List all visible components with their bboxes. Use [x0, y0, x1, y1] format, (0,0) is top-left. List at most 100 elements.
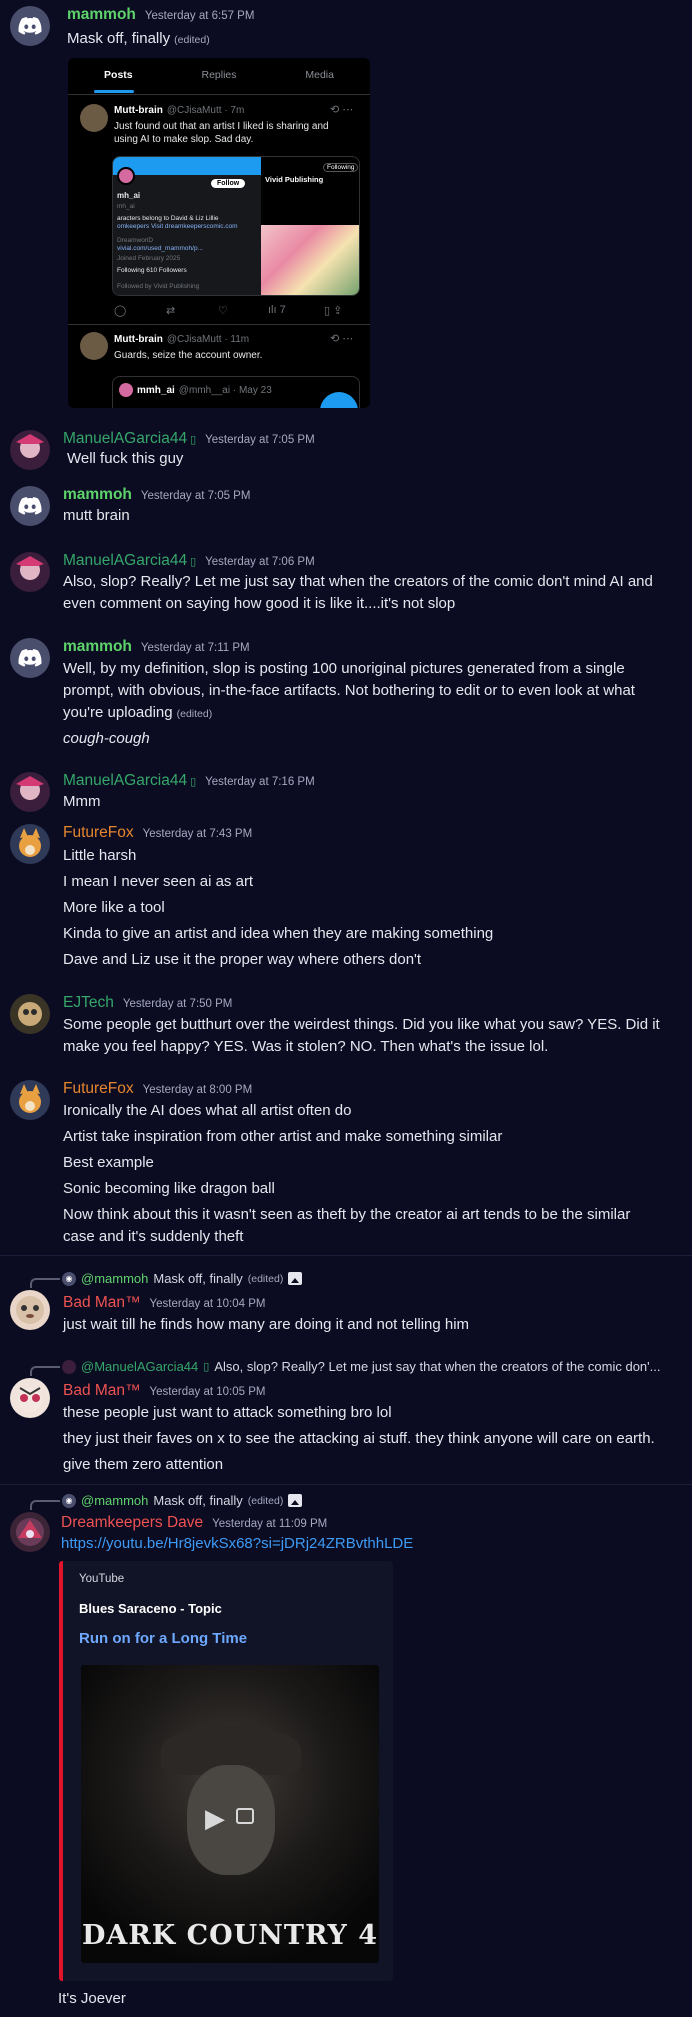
reply-preview[interactable]: @ManuelAGarcia44 ▯ Also, slop? Really? L… — [62, 1359, 660, 1374]
discord-icon — [18, 649, 42, 667]
message-text: mutt brain — [63, 507, 130, 524]
edited-label: (edited) — [247, 1494, 284, 1507]
reply-text: Mask off, finally — [153, 1271, 243, 1286]
like-icon: ♡ — [218, 305, 228, 317]
author-name[interactable]: Dreamkeepers Dave — [61, 1514, 203, 1531]
discord-icon — [18, 17, 42, 35]
author-name[interactable]: mammoh — [63, 638, 132, 655]
message-text: just wait till he finds how many are doi… — [63, 1316, 470, 1333]
avatar[interactable] — [10, 486, 50, 526]
avatar[interactable] — [10, 772, 50, 812]
author-name[interactable]: mammoh — [67, 6, 136, 23]
message-text: Artist take inspiration from other artis… — [63, 1128, 503, 1145]
bookmark-icon: ▯ ⇪ — [324, 305, 343, 317]
message-text: Mask off, finally (edited) — [67, 30, 210, 47]
message-group: ◉ @mammoh Mask off, finally (edited) Bad… — [0, 1270, 692, 1335]
timestamp: Yesterday at 7:11 PM — [140, 642, 250, 654]
message-text: even comment on saying how good it is li… — [63, 595, 456, 612]
avatar[interactable] — [10, 552, 50, 592]
message-text: cough-cough — [63, 730, 150, 747]
tab-posts: Posts — [104, 69, 133, 81]
timestamp: Yesterday at 8:00 PM — [142, 1084, 253, 1096]
divider — [0, 1484, 692, 1485]
play-icon[interactable]: ▶ — [205, 1803, 225, 1834]
avatar[interactable] — [10, 994, 50, 1034]
timestamp: Yesterday at 7:05 PM — [140, 490, 251, 502]
message-group: @ManuelAGarcia44 ▯ Also, slop? Really? L… — [0, 1358, 692, 1478]
message-group: ManuelAGarcia44 ▯ Yesterday at 7:16 PM Mmm — [0, 772, 692, 817]
message-group: mammoh Yesterday at 7:05 PM mutt brain — [0, 486, 692, 531]
retweet-icon: ⇄ — [166, 305, 176, 317]
reply-spine — [30, 1366, 60, 1376]
reply-mention[interactable]: @mammoh — [81, 1493, 148, 1508]
author-name[interactable]: mammoh — [63, 486, 132, 503]
repost-icon: ⟲ ⋯ — [330, 104, 354, 116]
message-text: Well fuck this guy — [67, 450, 184, 467]
tweet-screenshot-image[interactable]: Posts Replies Media Mutt-brain @CJisaMutt… — [68, 58, 370, 408]
avatar[interactable] — [10, 1512, 50, 1552]
timestamp: Yesterday at 7:43 PM — [142, 828, 253, 840]
tweet-author: Mutt-brain @CJisaMutt · 7m — [114, 105, 245, 116]
message-text: Some people get butthurt over the weirde… — [63, 1016, 660, 1033]
timestamp: Yesterday at 7:50 PM — [122, 998, 233, 1010]
discord-icon: ◉ — [62, 1493, 76, 1508]
embed-author[interactable]: Blues Saraceno - Topic — [79, 1601, 222, 1616]
image-icon — [288, 1272, 303, 1285]
timestamp: Yesterday at 10:04 PM — [149, 1298, 266, 1310]
avatar[interactable] — [10, 824, 50, 864]
message-text: Kinda to give an artist and idea when th… — [63, 925, 494, 942]
message-text: More like a tool — [63, 899, 165, 916]
author-name[interactable]: FutureFox — [63, 824, 134, 841]
message-text: It's Joever — [58, 1990, 126, 2007]
author-name[interactable]: Bad Man™ — [63, 1382, 141, 1399]
tweet-text: using AI to make slop. Sad day. — [114, 134, 254, 145]
youtube-link[interactable]: https://youtu.be/Hr8jevkSx68?si=jDRj24ZR… — [61, 1535, 413, 1552]
avatar-image — [16, 1518, 44, 1546]
message-text: Sonic becoming like dragon ball — [63, 1180, 275, 1197]
avatar[interactable] — [10, 6, 50, 46]
avatar[interactable] — [10, 1080, 50, 1120]
tweet-embedded-image: Follow mh_ai mh_ai aracters belong to Da… — [112, 156, 360, 296]
author-name[interactable]: ManuelAGarcia44 — [63, 772, 187, 789]
author-name[interactable]: Bad Man™ — [63, 1294, 141, 1311]
tweet-text: Guards, seize the account owner. — [114, 350, 263, 361]
tab-underline — [94, 90, 134, 93]
reply-mention[interactable]: @ManuelAGarcia44 — [81, 1359, 198, 1374]
avatar-image — [19, 1084, 41, 1113]
embed-provider[interactable]: YouTube — [79, 1573, 124, 1585]
author-name[interactable]: ManuelAGarcia44 — [63, 552, 187, 569]
verified-badge-icon: ▯ — [190, 776, 197, 788]
avatar[interactable] — [10, 1290, 50, 1330]
avatar-image — [16, 776, 44, 800]
avatar[interactable] — [10, 638, 50, 678]
avatar[interactable] — [10, 430, 50, 470]
youtube-embed: YouTube Blues Saraceno - Topic Run on fo… — [59, 1561, 393, 1981]
message-text: Well, by my definition, slop is posting … — [63, 660, 625, 677]
reply-text: Mask off, finally — [153, 1493, 243, 1508]
embed-title[interactable]: Run on for a Long Time — [79, 1630, 247, 1647]
views-icon: ılı 7 — [268, 304, 286, 316]
open-external-icon[interactable] — [236, 1808, 254, 1824]
tweet-text: Just found out that an artist I liked is… — [114, 121, 329, 132]
message-group: ManuelAGarcia44 ▯ Yesterday at 7:05 PM Wel… — [0, 430, 692, 475]
verified-badge-icon: ▯ — [190, 556, 197, 568]
follow-button: Follow — [211, 179, 246, 188]
timestamp: Yesterday at 7:05 PM — [205, 434, 315, 446]
reply-preview[interactable]: ◉ @mammoh Mask off, finally (edited) — [62, 1271, 303, 1286]
avatar-image — [19, 828, 41, 857]
timestamp: Yesterday at 7:06 PM — [205, 556, 315, 568]
message-text: I mean I never seen ai as art — [63, 873, 254, 890]
edited-label: (edited) — [247, 1272, 284, 1285]
author-name[interactable]: FutureFox — [63, 1080, 134, 1097]
author-name[interactable]: EJTech — [63, 994, 114, 1011]
avatar-image — [18, 1002, 42, 1026]
avatar[interactable] — [10, 1378, 50, 1418]
message-group: EJTech Yesterday at 7:50 PM Some people g… — [0, 994, 692, 1055]
message-text: Now think about this it wasn't seen as t… — [63, 1206, 631, 1223]
video-thumbnail[interactable]: ▶ DARK COUNTRY 4 — [81, 1665, 379, 1963]
reply-preview[interactable]: ◉ @mammoh Mask off, finally (edited) — [62, 1493, 303, 1508]
author-name[interactable]: ManuelAGarcia44 — [63, 430, 187, 447]
reply-mention[interactable]: @mammoh — [81, 1271, 148, 1286]
discord-icon — [18, 497, 42, 515]
avatar-image — [16, 556, 44, 580]
